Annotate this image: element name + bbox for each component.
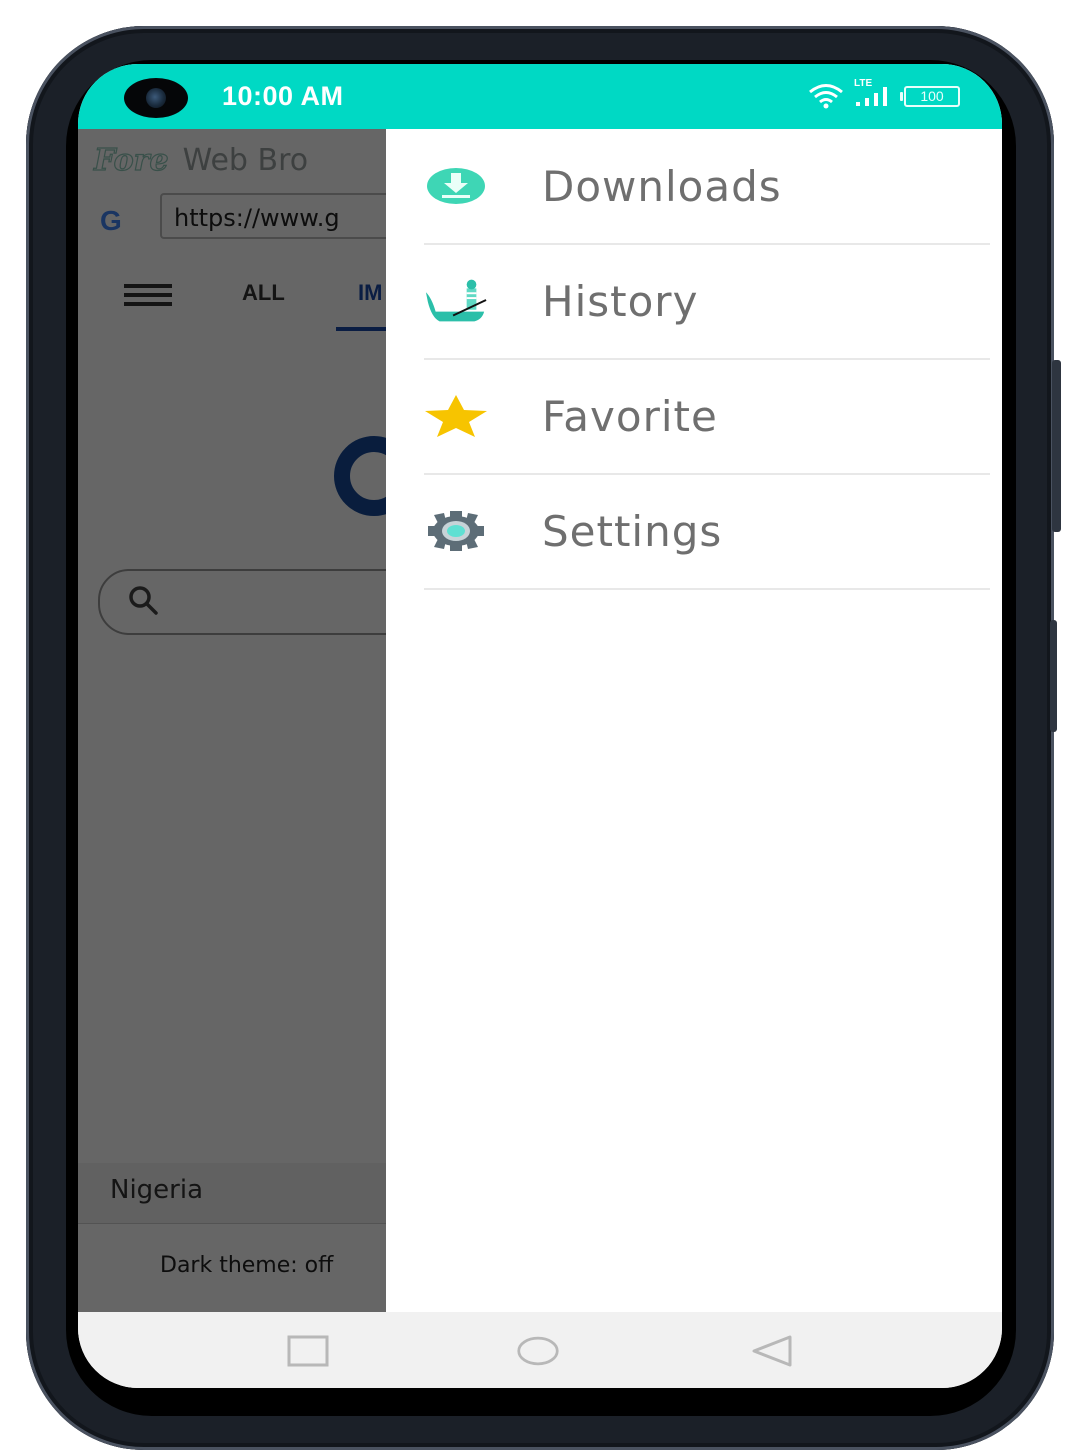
drawer-item-label: Downloads <box>542 161 782 211</box>
square-icon <box>287 1335 329 1367</box>
recents-button[interactable] <box>286 1334 330 1368</box>
volume-button <box>1052 360 1061 532</box>
status-bar: 10:00 AM LTE 100 <box>78 64 1002 129</box>
drawer-item-label: Favorite <box>542 391 718 441</box>
gondola-boat-icon <box>424 269 488 333</box>
drawer-item-downloads[interactable]: Downloads <box>424 129 990 245</box>
battery-icon: 100 <box>900 85 960 107</box>
circle-icon <box>517 1336 559 1366</box>
download-icon <box>424 154 488 218</box>
navigation-drawer: Downloads History Favorite Settings <box>386 129 1002 1312</box>
status-time: 10:00 AM <box>222 81 344 111</box>
front-camera <box>124 78 188 118</box>
screen: 10:00 AM LTE 100 ForeWeb Bro <box>78 64 1002 1388</box>
gear-icon <box>424 499 488 563</box>
system-navigation-bar <box>78 1312 1002 1388</box>
power-button <box>1050 620 1057 732</box>
drawer-item-history[interactable]: History <box>424 244 990 360</box>
cellular-signal-icon: LTE <box>854 78 894 110</box>
drawer-item-label: History <box>542 276 699 326</box>
triangle-back-icon <box>752 1335 792 1367</box>
drawer-item-settings[interactable]: Settings <box>424 474 990 590</box>
wifi-icon <box>809 84 843 109</box>
star-icon <box>424 384 488 448</box>
drawer-item-label: Settings <box>542 506 723 556</box>
home-button[interactable] <box>516 1334 560 1368</box>
drawer-item-favorite[interactable]: Favorite <box>424 359 990 475</box>
back-button[interactable] <box>750 1334 794 1368</box>
status-icons: LTE 100 <box>808 78 960 110</box>
